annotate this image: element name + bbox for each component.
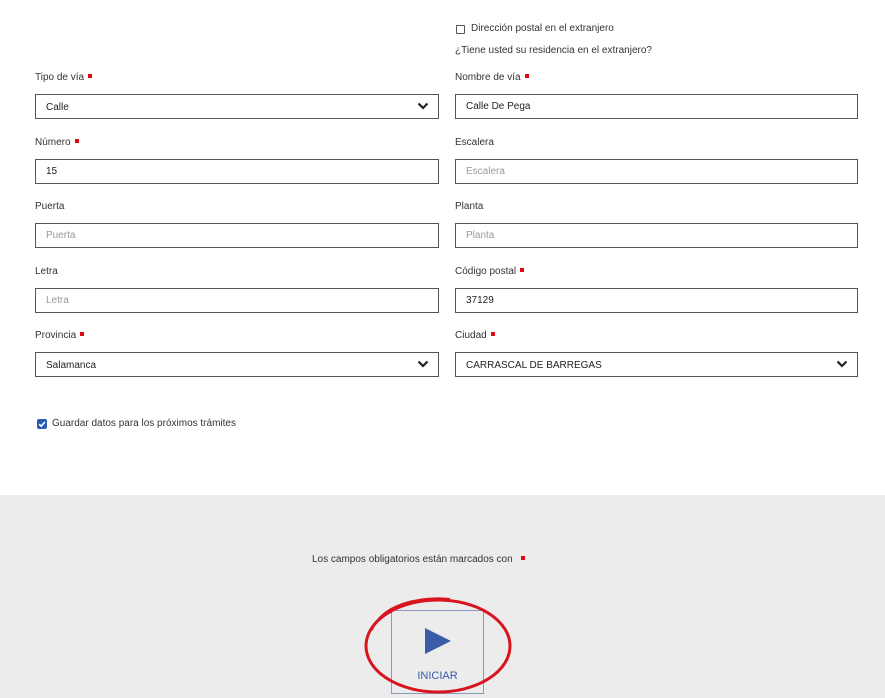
province-select[interactable]: Salamanca (35, 352, 439, 377)
street-name-input[interactable] (455, 94, 858, 119)
chevron-down-icon (836, 360, 848, 368)
door-label: Puerta (35, 201, 65, 212)
street-type-label: Tipo de vía (35, 72, 93, 83)
required-marker (520, 268, 525, 273)
foreign-address-label: Dirección postal en el extranjero (471, 23, 614, 34)
city-label: Ciudad (455, 330, 495, 341)
city-select[interactable]: CARRASCAL DE BARREGAS (455, 352, 858, 377)
required-marker (80, 332, 85, 337)
required-marker (490, 332, 495, 337)
door-input[interactable] (35, 223, 439, 248)
chevron-down-icon (417, 102, 429, 110)
street-type-value: Calle (46, 102, 69, 113)
letter-label: Letra (35, 266, 58, 277)
floor-input[interactable] (455, 223, 858, 248)
save-data-label: Guardar datos para los próximos trámites (52, 418, 236, 429)
floor-label: Planta (455, 201, 484, 212)
checkmark-icon (38, 421, 46, 428)
postal-code-input[interactable] (455, 288, 858, 313)
required-fields-note: Los campos obligatorios están marcados c… (312, 554, 525, 565)
letter-input[interactable] (35, 288, 439, 313)
annotation-circle (364, 597, 512, 694)
number-label: Número (35, 137, 79, 148)
foreign-residence-question: ¿Tiene usted su residencia en el extranj… (455, 45, 652, 56)
province-label: Provincia (35, 330, 85, 341)
required-marker (74, 139, 79, 144)
required-marker (524, 74, 529, 79)
street-name-label: Nombre de vía (455, 72, 529, 83)
save-data-checkbox[interactable] (37, 419, 47, 429)
province-value: Salamanca (46, 360, 97, 371)
staircase-input[interactable] (455, 159, 858, 184)
required-marker (520, 556, 525, 561)
foreign-address-checkbox[interactable] (456, 25, 465, 34)
required-marker (88, 74, 93, 79)
postal-code-label: Código postal (455, 266, 525, 277)
chevron-down-icon (417, 360, 429, 368)
number-input[interactable] (35, 159, 439, 184)
street-type-select[interactable]: Calle (35, 94, 439, 119)
staircase-label: Escalera (455, 137, 494, 148)
city-value: CARRASCAL DE BARREGAS (466, 360, 602, 371)
